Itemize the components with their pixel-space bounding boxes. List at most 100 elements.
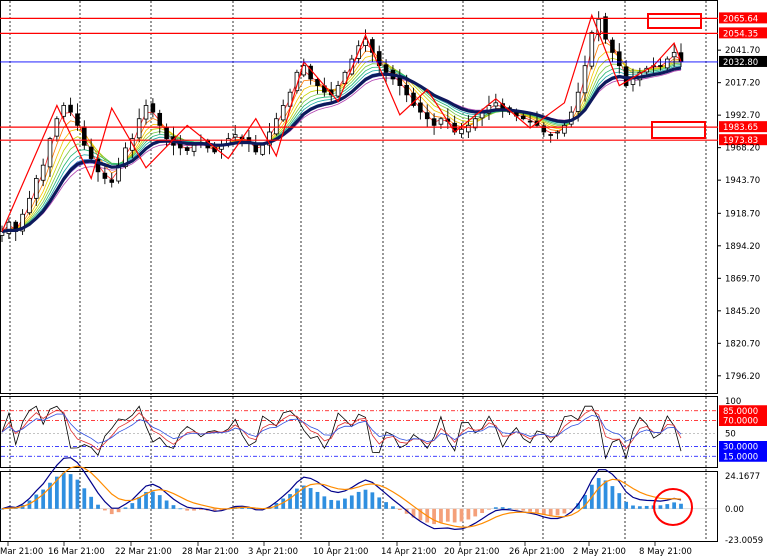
time-axis-label: 8 May 21:00 [639, 547, 692, 557]
time-axis-label: Mar 21:00 [0, 547, 43, 557]
macd-histogram-bar [514, 508, 519, 510]
macd-histogram-bar [452, 508, 457, 523]
candle-body [315, 78, 320, 86]
time-axis-label: 10 Apr 21:00 [313, 547, 368, 557]
candle-body [27, 197, 32, 214]
macd-histogram-bar [637, 506, 642, 509]
candle-body [191, 144, 197, 152]
macd-histogram-bar [322, 496, 327, 509]
candle-body [109, 179, 115, 183]
price-tick-label: 1820.70 [725, 339, 760, 349]
candle-body [383, 64, 389, 73]
macd-histogram-bar [61, 472, 66, 509]
macd-histogram-bar [658, 505, 663, 509]
candle-body [75, 113, 80, 126]
candle-body [68, 104, 73, 113]
candle-body [274, 118, 279, 135]
candle-body [630, 78, 636, 85]
time-axis-label: 2 May 21:00 [573, 547, 626, 557]
macd-histogram-bar [34, 494, 39, 509]
macd-histogram-bar [397, 508, 402, 511]
candle-body [493, 102, 499, 107]
candle-body [527, 120, 533, 123]
candle-body [143, 105, 149, 120]
macd-histogram-bar [96, 504, 100, 509]
price-tick-label: 1992.70 [725, 111, 760, 121]
candle-body [582, 65, 588, 94]
price-tick-label: 2017.20 [725, 79, 760, 89]
macd-histogram-bar [349, 495, 354, 509]
macd-histogram-bar [123, 507, 128, 509]
macd-histogram-bar [480, 508, 484, 514]
rsi-tick-label: 50 [725, 430, 736, 440]
macd-histogram-bar [631, 505, 635, 509]
price-tick-label: 1894.20 [725, 242, 760, 252]
candle-body [555, 131, 560, 134]
candle-body [472, 118, 478, 129]
candle-body [136, 118, 142, 139]
macd-histogram-bar [555, 508, 560, 516]
macd-histogram-bar [178, 508, 183, 510]
trading-chart[interactable]: 85.000070.000030.000015.000010050 24.167… [0, 0, 768, 559]
price-tick-label: 2041.70 [725, 46, 760, 56]
macd-histogram-bar [459, 508, 464, 522]
price-tick-label: 1968.20 [725, 144, 760, 154]
candle-body [589, 32, 595, 67]
price-tick-label: 1845.20 [725, 307, 760, 317]
macd-histogram-bar [466, 508, 471, 520]
macd-histogram-bar [137, 497, 142, 509]
level-price-label: 1983.65 [723, 123, 758, 133]
macd-histogram-bar [329, 499, 334, 509]
price-tick-label: 1869.70 [725, 274, 760, 284]
candle-body [397, 77, 403, 86]
candle-body [603, 16, 608, 40]
macd-histogram-bar [171, 505, 176, 509]
macd-histogram-bar [75, 479, 80, 509]
macd-histogram-bar [288, 494, 292, 509]
candle-body [150, 103, 156, 113]
candle-body [438, 118, 444, 125]
price-tick-label: 1796.20 [725, 372, 760, 382]
price-tick-label: 1943.70 [725, 176, 760, 186]
candle-body [260, 144, 265, 155]
time-axis-label: 3 Apr 21:00 [248, 547, 298, 557]
macd-histogram-bar [377, 497, 382, 509]
macd-histogram-bar [185, 508, 190, 511]
candle-body [404, 84, 409, 96]
candle-body [157, 112, 163, 126]
candle-body [466, 124, 471, 133]
macd-histogram-bar [644, 505, 649, 509]
candle-body [335, 85, 341, 97]
time-axis-label: 20 Apr 21:00 [444, 547, 499, 557]
macd-histogram-bar [370, 492, 375, 509]
macd-histogram-bar [336, 500, 340, 509]
candle-body [102, 172, 108, 179]
macd-histogram-bar [507, 508, 512, 509]
candle-body [184, 147, 190, 151]
level-price-label: 2054.35 [723, 29, 758, 39]
candle-body [610, 39, 615, 53]
macd-histogram-bar [500, 507, 505, 509]
macd-histogram-bar [82, 488, 87, 509]
candle-body [431, 118, 437, 126]
macd-histogram-bar [672, 502, 677, 509]
candle-body [575, 91, 581, 112]
macd-tick-label: 0.00 [725, 505, 744, 515]
rsi-tick-label: 100 [725, 397, 741, 407]
macd-histogram-bar [315, 491, 320, 509]
macd-histogram-bar [384, 502, 388, 509]
macd-histogram-bar [109, 508, 114, 515]
macd-tick-label: -23.0059 [725, 536, 763, 546]
rsi-level-label: 15.0000 [723, 452, 758, 462]
candle-body [232, 134, 238, 138]
macd-histogram-bar [679, 503, 683, 509]
candle-body [671, 52, 677, 58]
macd-histogram-bar [610, 486, 615, 509]
macd-histogram-bar [548, 508, 553, 516]
candle-body [548, 134, 553, 136]
macd-histogram-bar [130, 503, 135, 509]
time-axis-label: 14 Apr 21:00 [381, 547, 436, 557]
candle-body [665, 58, 670, 69]
candle-body [34, 178, 39, 199]
candle-body [658, 65, 663, 67]
